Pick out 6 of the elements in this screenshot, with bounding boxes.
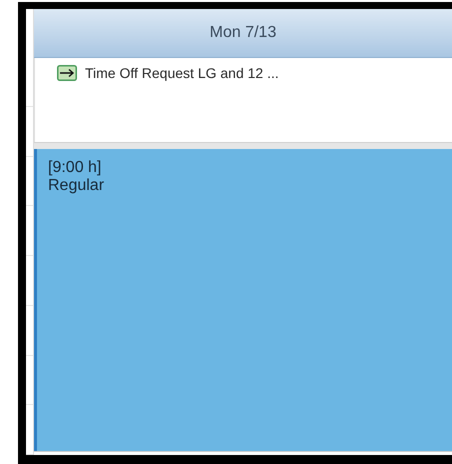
appointment-duration: [9:00 h] xyxy=(48,159,102,177)
all-day-event[interactable]: Time Off Request LG and 12 ... xyxy=(85,65,279,81)
appointment-type: Regular xyxy=(48,177,104,195)
day-header[interactable]: Mon 7/13 xyxy=(34,9,452,58)
appointment-block[interactable]: [9:00 h] Regular xyxy=(34,149,452,451)
splitter-bar[interactable] xyxy=(34,142,452,149)
